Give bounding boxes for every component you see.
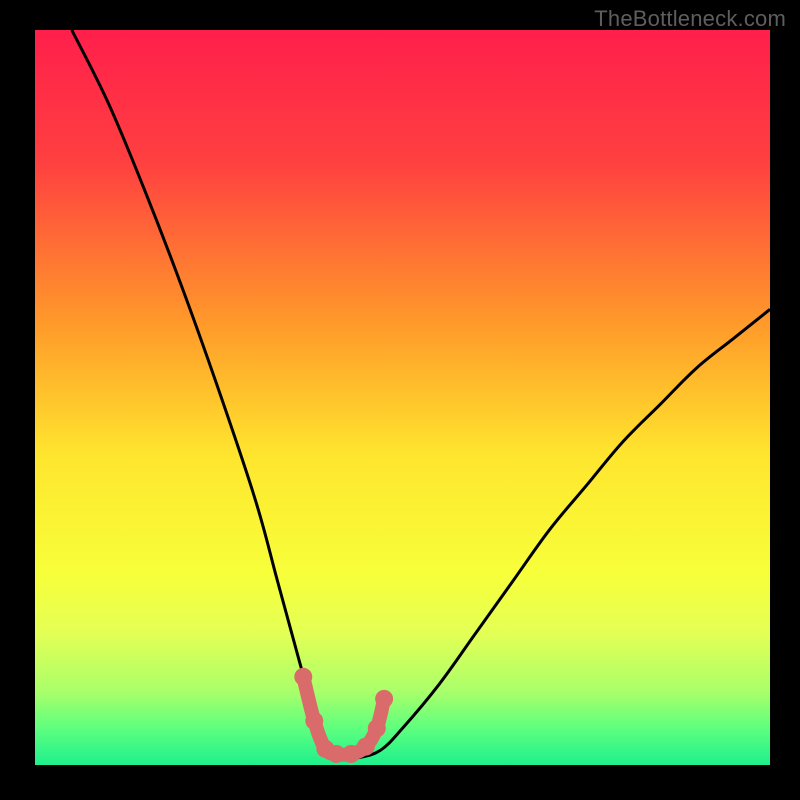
plot-gradient-background (35, 30, 770, 765)
sweet-spot-dot (375, 690, 393, 708)
bottleneck-chart (0, 0, 800, 800)
chart-frame: TheBottleneck.com (0, 0, 800, 800)
sweet-spot-dot (368, 719, 386, 737)
sweet-spot-dot (305, 712, 323, 730)
watermark-text: TheBottleneck.com (594, 6, 786, 32)
sweet-spot-dot (294, 668, 312, 686)
sweet-spot-dot (357, 738, 375, 756)
